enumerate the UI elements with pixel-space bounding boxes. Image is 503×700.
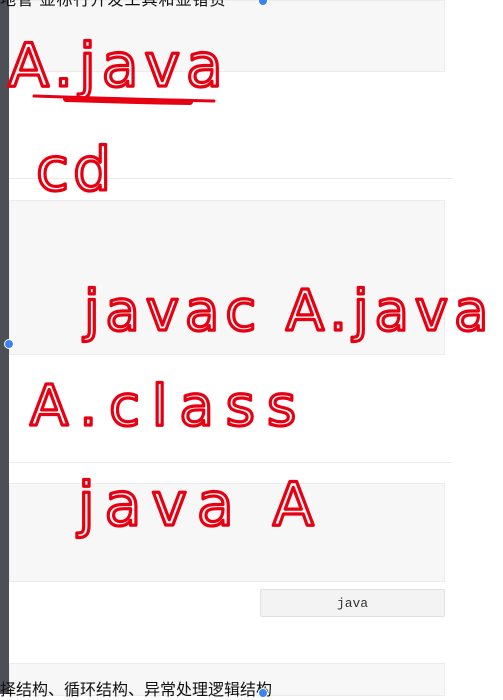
resize-handle-bottom[interactable] (258, 688, 268, 698)
code-block-2 (9, 200, 445, 355)
resize-handle-left[interactable] (4, 339, 14, 349)
underline-stroke (63, 96, 193, 105)
annotation-line-2: cd (36, 135, 115, 205)
code-language-button[interactable]: java (260, 589, 445, 617)
annotation-line-4: A.class (30, 374, 308, 439)
divider (9, 462, 453, 463)
underline-stroke (32, 94, 216, 103)
top-text-line: 地管 显标行开发工具和显错资 (0, 0, 227, 9)
bottom-text-line: 择结构、循环结构、异常处理逻辑结构 (0, 682, 273, 699)
code-block-1 (9, 0, 445, 72)
code-block-3 (9, 483, 445, 582)
divider (9, 178, 453, 179)
